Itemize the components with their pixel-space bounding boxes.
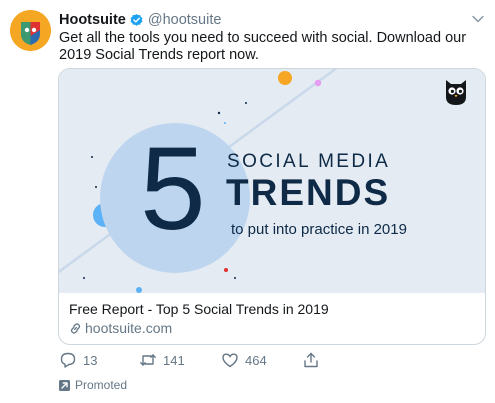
promoted-text: Promoted	[75, 378, 128, 392]
retweet-button[interactable]: 141	[139, 351, 185, 369]
headline-trends: TRENDS	[226, 172, 391, 213]
chevron-down-icon[interactable]	[471, 12, 485, 26]
handle[interactable]: @hootsuite	[148, 12, 222, 28]
promoted-label[interactable]: Promoted	[59, 378, 127, 392]
reply-icon	[59, 351, 77, 369]
card-image[interactable]: 5 SOCIAL MEDIA TRENDS to put into practi…	[59, 69, 485, 293]
like-count: 464	[245, 352, 267, 368]
display-name[interactable]: Hootsuite	[59, 12, 126, 28]
tweet-header: Hootsuite @hootsuite	[59, 11, 221, 29]
link-icon	[69, 322, 82, 335]
headline-social-media: SOCIAL MEDIA	[227, 151, 391, 172]
avatar[interactable]	[10, 10, 51, 51]
share-icon	[302, 351, 320, 369]
card-link-text: hootsuite.com	[85, 320, 173, 336]
promoted-arrow-icon	[59, 379, 70, 391]
headline-subline: to put into practice in 2019	[231, 221, 407, 238]
card-title[interactable]: Free Report - Top 5 Social Trends in 201…	[69, 301, 329, 317]
owl-logo-icon	[445, 78, 467, 106]
card-link[interactable]: hootsuite.com	[69, 320, 172, 336]
big-number: 5	[140, 123, 206, 255]
reply-count: 13	[83, 352, 98, 368]
retweet-count: 141	[163, 352, 185, 368]
heart-icon	[221, 351, 239, 369]
reply-button[interactable]: 13	[59, 351, 97, 369]
tweet-text: Get all the tools you need to succeed wi…	[59, 30, 467, 63]
hootsuite-avatar-icon	[10, 10, 51, 51]
verified-badge-icon	[129, 13, 144, 28]
link-card[interactable]: 5 SOCIAL MEDIA TRENDS to put into practi…	[58, 68, 486, 345]
tweet[interactable]: Hootsuite @hootsuite Get all the tools y…	[0, 0, 495, 403]
like-button[interactable]: 464	[221, 351, 267, 369]
retweet-icon	[139, 351, 157, 369]
share-button[interactable]	[302, 351, 326, 369]
